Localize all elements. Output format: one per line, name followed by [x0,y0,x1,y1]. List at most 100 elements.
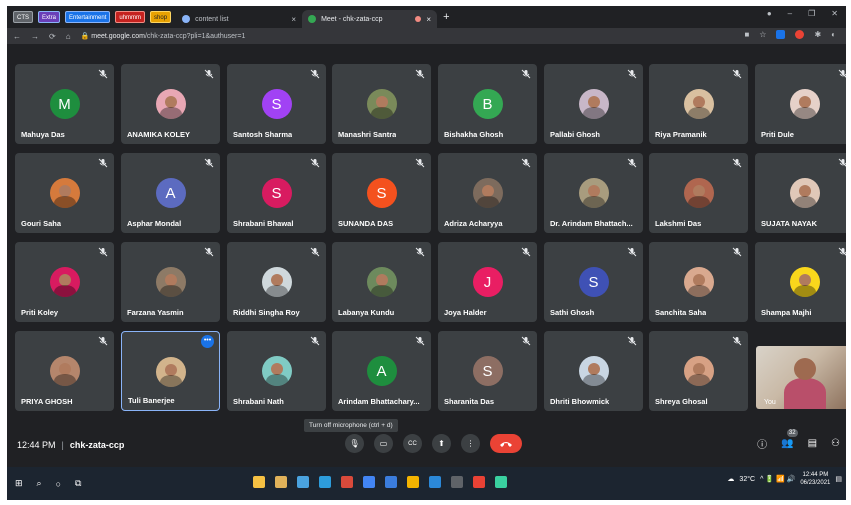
pinned-app-icon[interactable] [363,476,375,488]
captions-button[interactable]: CC [403,434,422,453]
participant-tile[interactable]: S Sharanita Das [438,331,537,411]
tab-close-icon[interactable]: × [426,15,431,24]
bookmark-star-icon[interactable]: ☆ [759,30,766,39]
pinned-app-icon[interactable] [495,476,507,488]
participant-tile[interactable]: ••• Tuli Banerjee [121,331,220,411]
participant-tile[interactable]: A Asphar Mondal [121,153,220,233]
bookmark-folder[interactable]: shop [150,11,172,23]
participant-tile[interactable]: Priti Koley [15,242,114,322]
pinned-app-icon[interactable] [451,476,463,488]
participant-tile[interactable]: Shampa Majhi [755,242,846,322]
extensions-puzzle-icon[interactable]: ✱ [814,30,821,39]
forward-button[interactable]: → [31,32,39,41]
participant-name: Adriza Acharyya [444,219,503,228]
participant-tile[interactable]: Shreya Ghosal [649,331,748,411]
participant-tile[interactable]: Pallabi Ghosh [544,64,643,144]
new-tab-button[interactable]: + [443,11,449,23]
participant-tile[interactable]: Shrabani Nath [227,331,326,411]
meeting-details-icon[interactable]: ⓘ [757,436,767,451]
chat-icon[interactable]: ▤ [808,438,817,449]
tab-content-list[interactable]: content list × [176,10,302,28]
tab-meet[interactable]: Meet - chk-zata-ccp × [302,10,438,28]
bookmark-folder[interactable]: Extra [38,11,61,23]
pinned-app-icon[interactable] [341,476,353,488]
participant-tile[interactable]: PRIYA GHOSH [15,331,114,411]
pinned-app-icon[interactable] [429,476,441,488]
participant-tile[interactable]: S Sathi Ghosh [544,242,643,322]
minimize-button[interactable]: – [788,9,792,18]
participant-tile[interactable]: Lakshmi Das [649,153,748,233]
bookmark-folder[interactable]: Entertainment [65,11,111,23]
pinned-app-icon[interactable] [385,476,397,488]
participant-tile[interactable]: Riya Pramanik [649,64,748,144]
activities-icon[interactable]: ⚇ [831,438,840,449]
microphone-button[interactable]: 🎙 [345,434,364,453]
weather-icon[interactable]: ☁ [727,475,734,483]
home-button[interactable]: ⌂ [66,32,71,41]
browser-window: CTS Extra Entertainment uhmmm shop content l… [7,6,846,500]
profile-icon[interactable]: ● [767,9,772,18]
maximize-button[interactable]: ❐ [808,9,815,18]
search-icon[interactable]: ⌕ [37,478,42,489]
tile-more-options-icon[interactable]: ••• [201,335,214,348]
participant-photo [155,89,186,119]
participant-name: Manashri Santra [338,130,397,139]
participant-tile[interactable]: Manashri Santra [332,64,431,144]
pinned-apps [253,476,507,488]
notifications-icon[interactable]: ▤ [835,475,842,483]
pinned-app-icon[interactable] [253,476,265,488]
close-window-button[interactable]: ✕ [831,9,838,18]
people-button[interactable]: 👥 32 [781,429,798,449]
pinned-app-icon[interactable] [275,476,287,488]
participant-tile[interactable]: Labanya Kundu [332,242,431,322]
participant-photo [49,267,80,297]
taskbar-clock[interactable]: 12:44 PM 06/23/2021 [800,471,830,487]
participant-tile[interactable]: Priti Dule [755,64,846,144]
tray-icons[interactable]: ^ 🔋 📶 🔊 [760,475,795,483]
pinned-app-icon[interactable] [407,476,419,488]
bookmark-folder[interactable]: uhmmm [115,11,146,23]
mic-off-icon [732,336,742,346]
participant-tile[interactable]: S Santosh Sharma [227,64,326,144]
pinned-app-icon[interactable] [319,476,331,488]
participant-tile[interactable]: Sanchita Saha [649,242,748,322]
url-field[interactable]: meet.google.com/chk-zata-ccp?pli=1&authu… [91,33,245,40]
start-windows-icon[interactable]: ⊞ [15,478,23,489]
participant-tile[interactable]: B Bishakha Ghosh [438,64,537,144]
bookmark-folder[interactable]: CTS [13,11,33,23]
participant-tile[interactable]: Adriza Acharyya [438,153,537,233]
present-now-button[interactable]: ⬆ [432,434,451,453]
participant-name: Dhriti Bhowmick [550,397,610,406]
back-button[interactable]: ← [13,32,21,41]
taskbar-time: 12:44 PM [802,472,829,478]
pinned-app-icon[interactable] [473,476,485,488]
cortana-icon[interactable]: ○ [56,479,61,489]
participant-tile[interactable]: ANAMIKA KOLEY [121,64,220,144]
leave-call-button[interactable] [490,434,522,453]
participant-tile[interactable]: M Mahuya Das [15,64,114,144]
tab-close-icon[interactable]: × [291,15,296,24]
camera-in-use-icon[interactable]: ■ [744,30,749,39]
self-view-tile[interactable]: You [756,346,846,409]
profile-avatar-icon[interactable]: ◐ [831,30,836,39]
camera-button[interactable]: ▭ [374,434,393,453]
weather-temp[interactable]: 32°C [739,476,755,483]
more-options-button[interactable]: ⋮ [461,434,480,453]
participant-tile[interactable]: Farzana Yasmin [121,242,220,322]
participant-tile[interactable]: S Shrabani Bhawal [227,153,326,233]
participant-tile[interactable]: J Joya Halder [438,242,537,322]
pinned-app-icon[interactable] [297,476,309,488]
participant-tile[interactable]: Dhriti Bhowmick [544,331,643,411]
reload-button[interactable]: ⟳ [49,32,56,41]
extension-icon[interactable] [776,30,786,39]
task-view-icon[interactable]: ⧉ [75,478,81,489]
participant-tile[interactable]: SUJATA NAYAK [755,153,846,233]
participant-tile[interactable]: A Arindam Bhattachary... [332,331,431,411]
participant-tile[interactable]: S SUNANDA DAS [332,153,431,233]
participant-name: Shrabani Nath [233,397,284,406]
self-view-name: You [764,399,776,406]
participant-tile[interactable]: Gouri Saha [15,153,114,233]
participant-tile[interactable]: Dr. Arindam Bhattach... [544,153,643,233]
participant-tile[interactable]: Riddhi Singha Roy [227,242,326,322]
extension-icon[interactable] [795,30,805,39]
